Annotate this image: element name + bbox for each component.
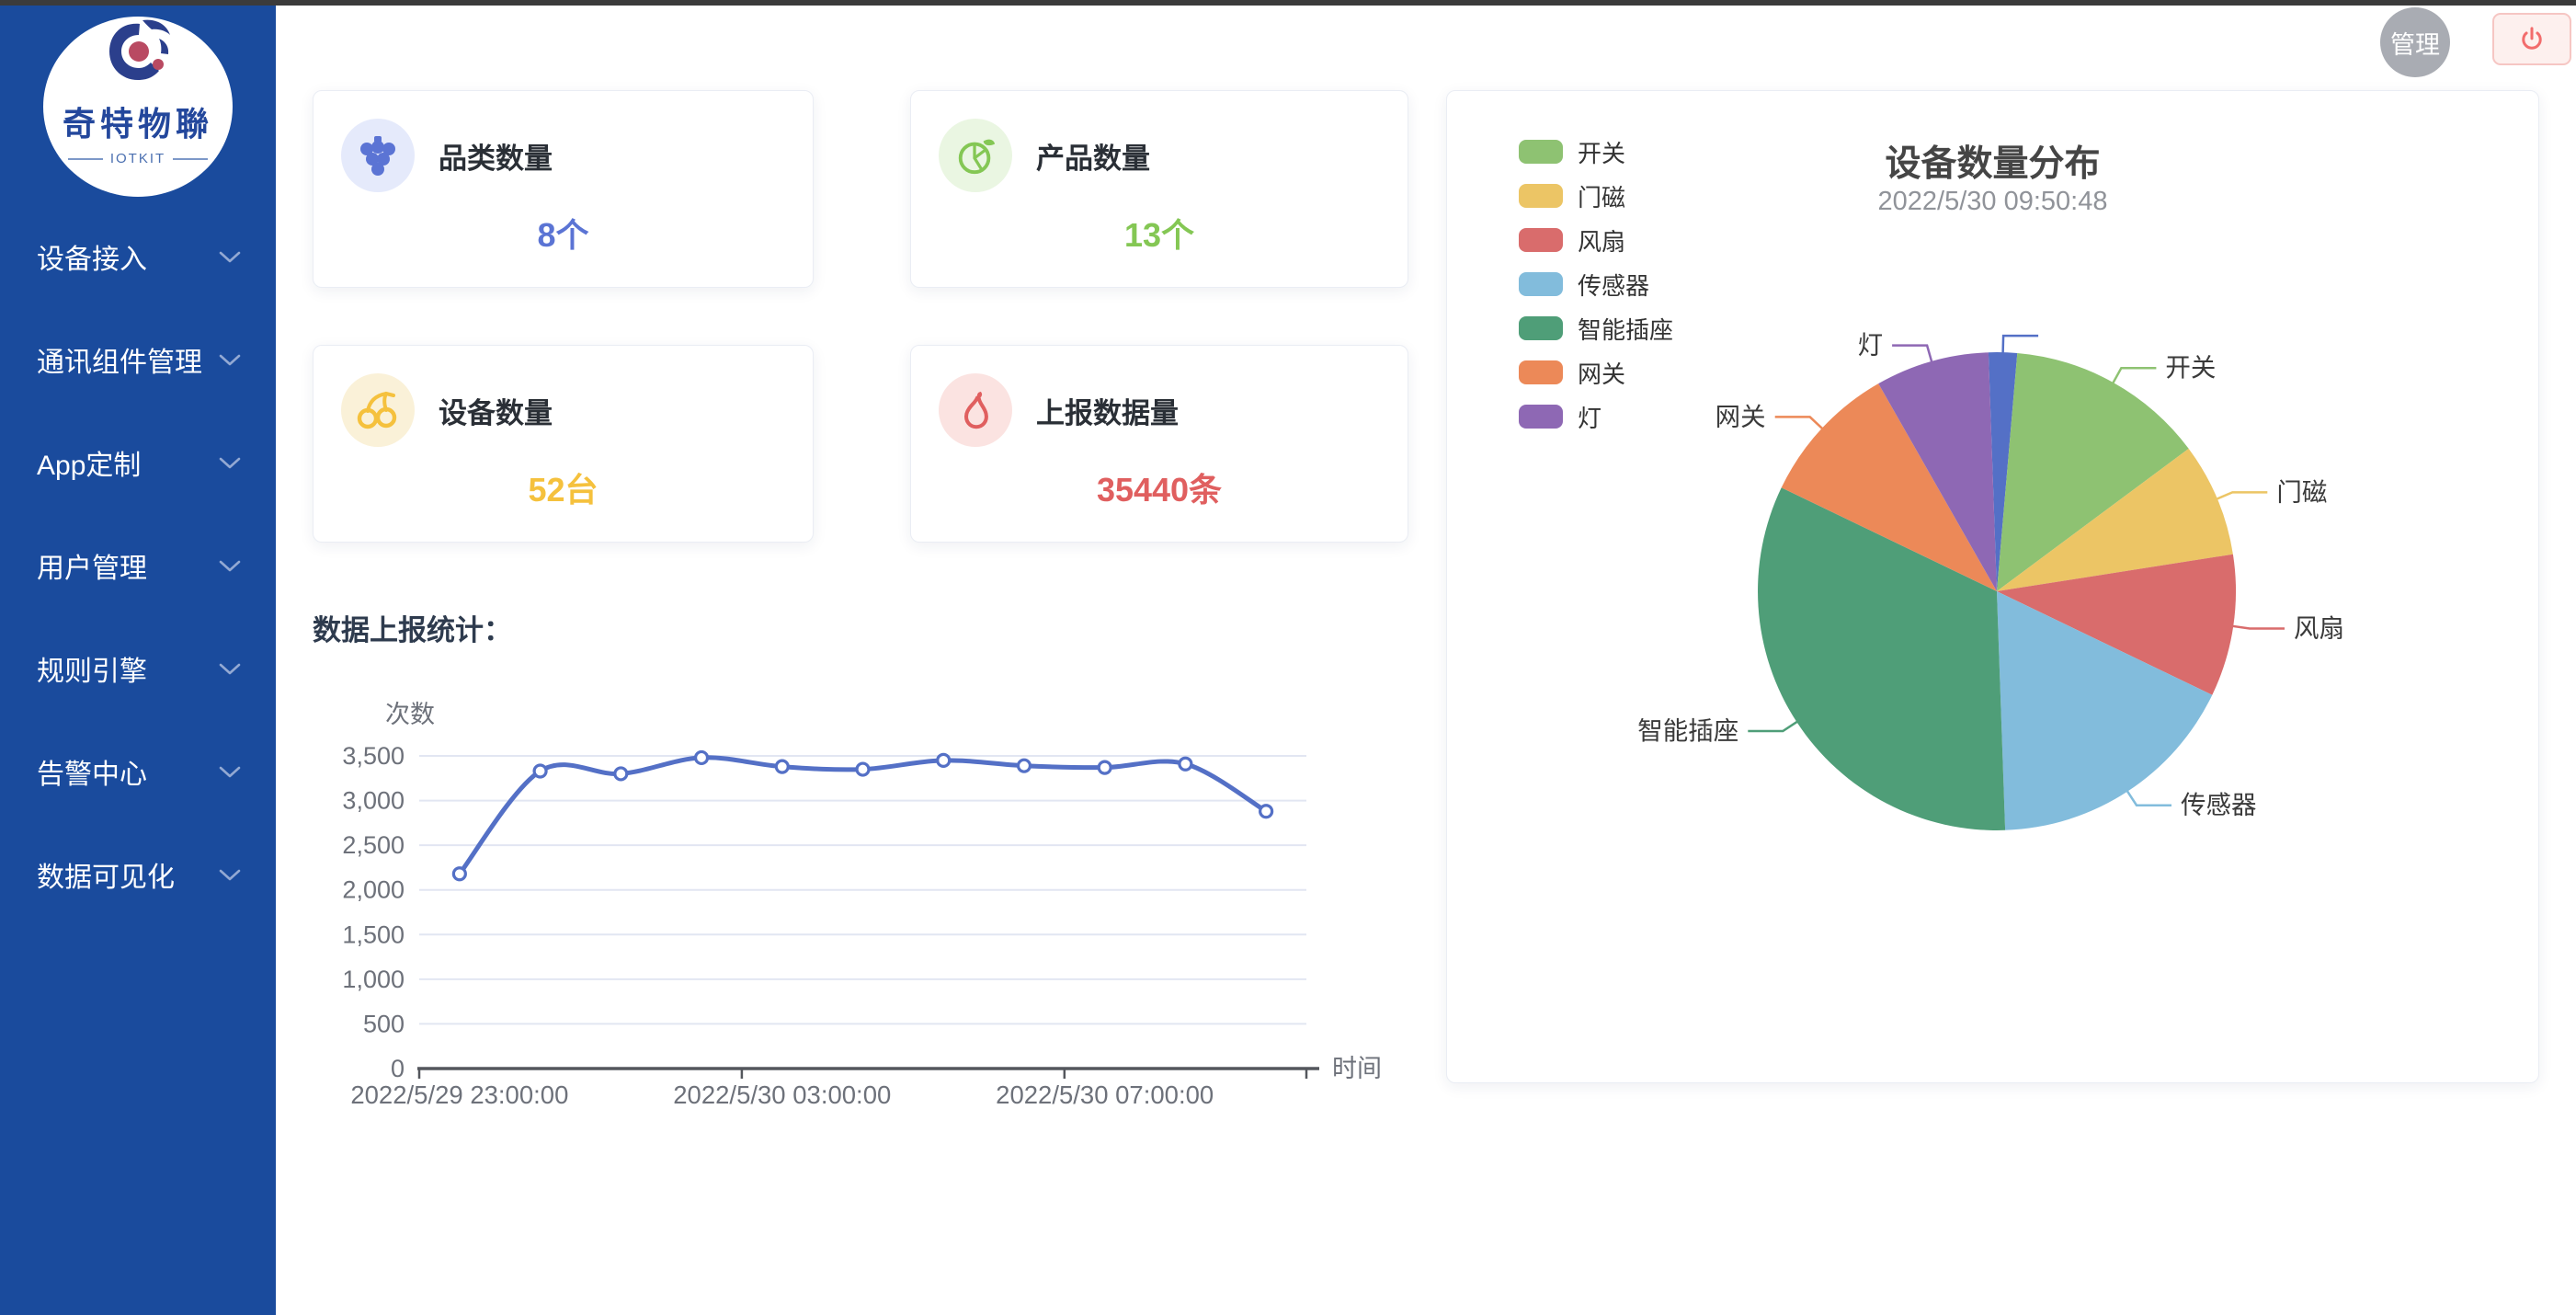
- stat-label: 品类数量: [439, 135, 553, 177]
- window-top-strip: [0, 0, 2576, 6]
- stat-value: 13个: [911, 209, 1408, 257]
- avatar-label: 管理: [2390, 25, 2440, 61]
- stat-value: 35440条: [911, 463, 1408, 511]
- sidebar-item-0[interactable]: 设备接入: [0, 205, 276, 308]
- logo-subtitle: IOTKIT: [110, 151, 165, 166]
- chevron-down-icon: [217, 764, 243, 780]
- sidebar-nav: 设备接入通讯组件管理 App定制用户管理规则引擎告警中心数据可见化: [0, 205, 276, 926]
- pie-label-line: [2127, 791, 2171, 806]
- stat-card-devices: 设备数量 52台: [313, 345, 814, 543]
- svg-text:2,000: 2,000: [342, 876, 405, 904]
- logo-subtitle-row: IOTKIT: [68, 151, 208, 166]
- pie-label-line: [2113, 368, 2156, 383]
- app-logo: 奇特物聯 IOTKIT: [43, 17, 233, 197]
- device-pie-chart: 开关门磁风扇传感器 智能插座 网关 灯: [1447, 91, 2540, 1084]
- sidebar-item-label: 规则引擎: [37, 648, 147, 689]
- pie-slice-label: 灯: [1858, 331, 1884, 360]
- pie-label-line: [1748, 722, 1797, 731]
- chevron-down-icon: [217, 558, 243, 574]
- svg-text:0: 0: [391, 1055, 405, 1082]
- sidebar-item-label: 告警中心: [37, 751, 147, 792]
- svg-text:3,000: 3,000: [342, 787, 405, 815]
- stat-label: 产品数量: [1036, 135, 1150, 177]
- chevron-down-icon: [217, 867, 243, 883]
- sidebar-item-4[interactable]: 规则引擎: [0, 617, 276, 720]
- stat-card-categories: 品类数量 8个: [313, 90, 814, 288]
- sidebar-item-label: 设备接入: [37, 236, 147, 277]
- line-data-point: [1018, 760, 1030, 772]
- svg-text:2,500: 2,500: [342, 831, 405, 859]
- report-line-chart: 0 500 1,000 1,500 2,000 2,500 3,000 3,500 次数时间 20…: [313, 699, 1397, 1131]
- stat-value: 8个: [313, 209, 813, 257]
- line-data-point: [857, 763, 869, 775]
- logout-button[interactable]: [2492, 13, 2571, 65]
- pie-slice-label: 传感器: [2181, 791, 2257, 819]
- chevron-down-icon: [217, 249, 243, 265]
- pie-slice-label: 门磁: [2276, 477, 2327, 506]
- pie-label-line: [1892, 346, 1932, 362]
- line-data-point: [1260, 806, 1272, 818]
- logo-mark-icon: [87, 17, 188, 96]
- pie-label-line: [2217, 492, 2268, 498]
- svg-text:500: 500: [363, 1010, 405, 1037]
- pie-slice-label: 开关: [2165, 353, 2216, 382]
- svg-text:2022/5/30 03:00:00: 2022/5/30 03:00:00: [673, 1081, 891, 1109]
- sidebar-item-label: 用户管理: [37, 545, 147, 586]
- svg-text:1,500: 1,500: [342, 920, 405, 948]
- report-section-title: 数据上报统计：: [313, 607, 512, 648]
- svg-text:2022/5/30 07:00:00: 2022/5/30 07:00:00: [996, 1081, 1214, 1109]
- device-distribution-card: 设备数量分布 2022/5/30 09:50:48 开关门磁风扇传感器智能插座网…: [1446, 90, 2539, 1083]
- stat-label: 设备数量: [439, 390, 553, 431]
- svg-text:1,000: 1,000: [342, 966, 405, 993]
- grapes-icon: [341, 119, 415, 192]
- stat-label: 上报数据量: [1036, 390, 1179, 431]
- sidebar: 奇特物聯 IOTKIT 设备接入通讯组件管理 App定制用户管理规则引擎告警中心数…: [0, 0, 276, 1315]
- pie-label-line: [1775, 417, 1823, 429]
- stat-card-report-volume: 上报数据量 35440条: [910, 345, 1408, 543]
- sidebar-item-5[interactable]: 告警中心: [0, 720, 276, 823]
- svg-text:2022/5/29 23:00:00: 2022/5/29 23:00:00: [350, 1081, 568, 1109]
- user-avatar[interactable]: 管理: [2380, 7, 2450, 77]
- pie-slice-label: 风扇: [2294, 614, 2344, 643]
- chevron-down-icon: [217, 661, 243, 677]
- line-data-point: [1180, 758, 1191, 770]
- line-data-point: [696, 751, 708, 763]
- sidebar-item-3[interactable]: 用户管理: [0, 514, 276, 617]
- line-data-point: [938, 754, 950, 766]
- line-data-point: [615, 768, 627, 780]
- svg-text:次数: 次数: [385, 701, 435, 728]
- sidebar-item-label: App定制: [37, 442, 141, 483]
- sidebar-item-6[interactable]: 数据可见化: [0, 823, 276, 926]
- pie-label-line: [2232, 626, 2285, 629]
- chevron-down-icon: [217, 455, 243, 471]
- sidebar-item-2[interactable]: App定制: [0, 411, 276, 514]
- sidebar-item-label: 数据可见化: [37, 854, 175, 895]
- pie-slice-label: 智能插座: [1637, 716, 1738, 745]
- line-data-point: [776, 760, 788, 772]
- sidebar-item-1[interactable]: 通讯组件管理: [0, 308, 276, 411]
- cherry-icon: [341, 373, 415, 447]
- line-data-point: [453, 868, 465, 880]
- pie-label-line: [2003, 336, 2039, 353]
- line-data-point: [1099, 761, 1111, 773]
- line-data-point: [534, 765, 546, 777]
- pie-slice-label: 网关: [1715, 402, 1766, 430]
- stat-card-products: 产品数量 13个: [910, 90, 1408, 288]
- svg-text:时间: 时间: [1332, 1055, 1382, 1082]
- chevron-down-icon: [217, 352, 243, 368]
- logo-title: 奇特物聯: [63, 97, 213, 145]
- stat-value: 52台: [313, 463, 813, 511]
- pear-icon: [939, 373, 1012, 447]
- lemon-icon: [939, 119, 1012, 192]
- power-icon: [2518, 26, 2546, 53]
- svg-text:3,500: 3,500: [342, 742, 405, 770]
- sidebar-item-label: 通讯组件管理: [37, 339, 202, 380]
